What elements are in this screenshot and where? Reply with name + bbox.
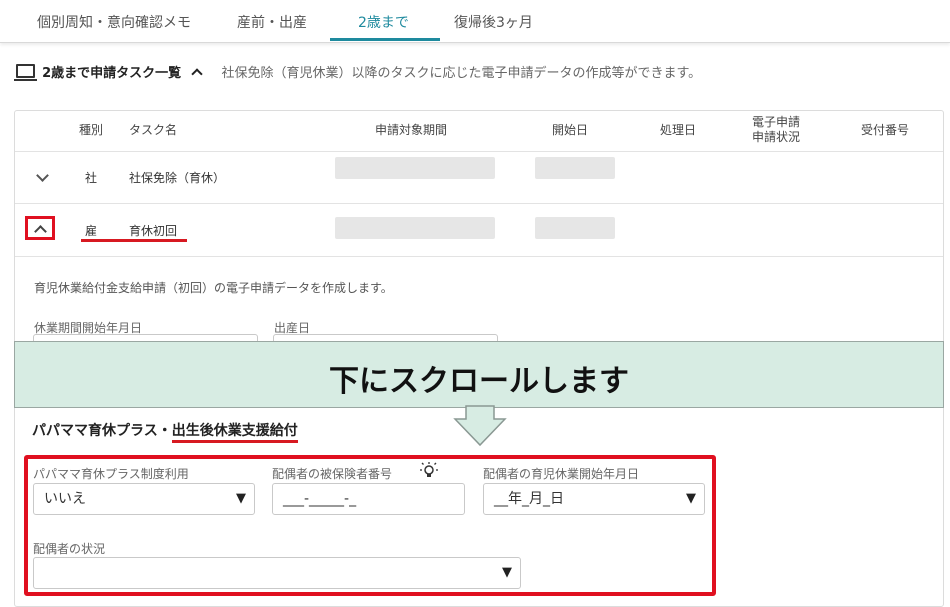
highlight-underline: [81, 239, 187, 242]
row1-task-name[interactable]: 社保免除（育休）: [129, 169, 225, 186]
header-task-name: タスク名: [129, 123, 178, 137]
spouse-leave-placeholder: __年_月_日: [494, 491, 564, 507]
header-period: 申請対象期間: [375, 123, 448, 137]
spouse-leave-select[interactable]: __年_月_日 ▼: [483, 483, 705, 515]
papa-plus-select[interactable]: いいえ ▼: [33, 483, 255, 515]
spouse-status-select[interactable]: ▼: [33, 557, 521, 589]
section-header: 2歳まで申請タスク一覧 社保免除（育児休業）以降のタスクに応じた電子申請データの…: [14, 62, 702, 81]
section-title[interactable]: 2歳まで申請タスク一覧: [42, 66, 181, 81]
row-divider: [15, 203, 943, 204]
collapse-row-button[interactable]: [25, 216, 55, 240]
tab-bar: 個別周知・意向確認メモ 産前・出産 2歳まで 復帰後3ヶ月: [0, 0, 950, 43]
row2-type: 雇: [85, 224, 98, 238]
scroll-notice-banner: 下にスクロールします: [14, 341, 944, 408]
down-arrow-icon: [453, 405, 507, 447]
header-start-date: 開始日: [552, 123, 589, 137]
redacted-period: [335, 217, 495, 239]
tab-individual-memo[interactable]: 個別周知・意向確認メモ: [37, 12, 191, 32]
chevron-down-icon[interactable]: [36, 169, 49, 182]
spouse-leave-label: 配偶者の育児休業開始年月日: [483, 467, 640, 481]
row-divider: [15, 151, 943, 152]
chevron-up-icon: [34, 225, 47, 238]
tab-prenatal-birth[interactable]: 産前・出産: [237, 12, 307, 32]
chevron-up-icon[interactable]: [191, 68, 203, 80]
triangle-down-icon: ▼: [686, 491, 696, 506]
papa-plus-label: パパママ育休プラス制度利用: [33, 467, 189, 481]
tab-after-return-3-months[interactable]: 復帰後3ヶ月: [454, 12, 533, 32]
redacted-period: [335, 157, 495, 179]
header-e-filing-status: 電子申請 申請状況: [752, 115, 800, 145]
header-processed-date: 処理日: [660, 123, 697, 137]
spouse-insured-label: 配偶者の被保険者番号: [272, 467, 393, 481]
tab-until-2-years[interactable]: 2歳まで: [358, 12, 409, 32]
papa-title-underlined: 出生後休業支援給付: [171, 423, 298, 443]
active-tab-indicator: [330, 38, 440, 41]
section-description: 社保免除（育児休業）以降のタスクに応じた電子申請データの作成等ができます。: [221, 66, 702, 81]
papa-plus-value: いいえ: [44, 491, 86, 507]
row-divider: [15, 256, 943, 257]
scroll-notice-text: 下にスクロールします: [329, 364, 629, 399]
papa-title-plain: パパママ育休プラス・: [32, 423, 172, 439]
detail-description: 育児休業給付金支給申請（初回）の電子申請データを作成します。: [34, 281, 393, 295]
row1-type: 社: [85, 171, 98, 185]
row2-task-name[interactable]: 育休初回: [129, 222, 177, 239]
triangle-down-icon: ▼: [236, 491, 246, 506]
redacted-start-date: [535, 157, 615, 179]
header-e-filing-line2: 申請状況: [752, 130, 801, 144]
triangle-down-icon: ▼: [502, 565, 512, 580]
lightbulb-icon[interactable]: [419, 461, 439, 481]
papa-mama-section-title: パパママ育休プラス・出生後休業支援給付: [32, 420, 298, 443]
header-receipt-number: 受付番号: [861, 123, 910, 137]
spouse-status-label: 配偶者の状況: [33, 542, 106, 556]
spouse-insured-input[interactable]: ___-_____-_: [272, 483, 465, 515]
header-e-filing-line1: 電子申請: [752, 115, 801, 129]
redacted-start-date: [535, 217, 615, 239]
spouse-insured-placeholder: ___-_____-_: [283, 491, 357, 507]
monitor-icon: [14, 64, 37, 81]
header-type: 種別: [79, 123, 104, 137]
